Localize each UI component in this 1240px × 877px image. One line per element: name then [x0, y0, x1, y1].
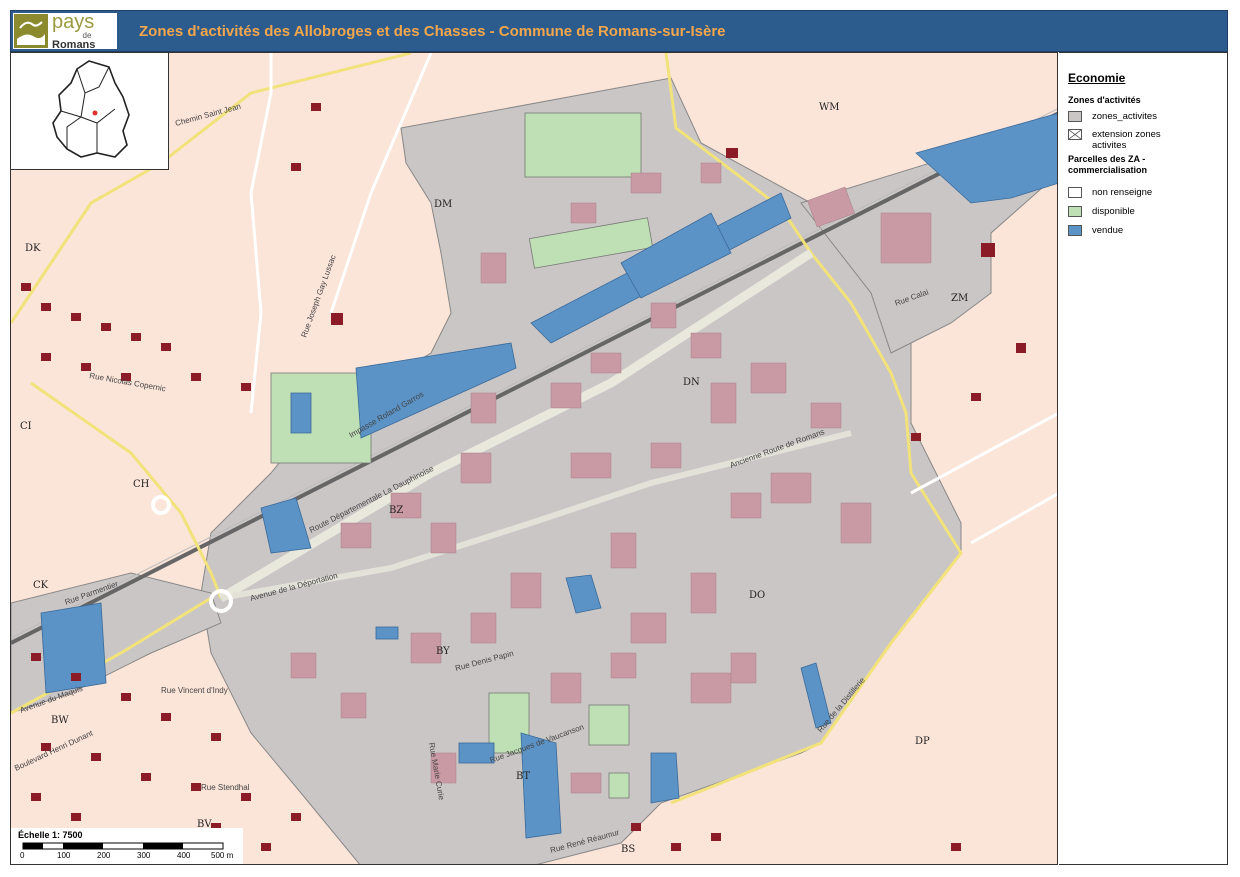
section-label-bs: BS: [621, 844, 635, 855]
legend-item-vendue: vendue: [1068, 225, 1182, 236]
section-label-ck: CK: [33, 580, 49, 591]
street-label: Rue Joseph Gay Lussac: [299, 254, 337, 339]
section-label-zm: ZM: [951, 293, 968, 304]
logo-emblem: [14, 14, 48, 48]
legend-item-extension-zones: extension zones activites: [1068, 129, 1182, 151]
street-label: Boulevard Henri Dunant: [13, 728, 95, 773]
legend-label: disponible: [1092, 206, 1135, 217]
legend-swatch: [1068, 225, 1082, 236]
map-header: pays de Romans Zones d'activités des All…: [10, 10, 1228, 52]
section-label-bt: BT: [516, 771, 530, 782]
section-label-dm: DM: [434, 199, 452, 210]
scale-tick: 300: [137, 851, 151, 860]
scale-bar: Échelle 1: 7500 0 100 200 300 400 500 m: [11, 828, 243, 864]
section-label-bw: BW: [51, 715, 69, 726]
street-label: Rue Stendhal: [201, 783, 250, 792]
legend-item-non-renseigne: non renseigne: [1068, 187, 1182, 198]
legend-swatch-cross-icon: [1068, 129, 1082, 140]
legend-swatch: [1068, 111, 1082, 122]
scale-tick: 400: [177, 851, 191, 860]
street-label: Chemin Saint Jean: [174, 102, 242, 128]
legend-label: zones_activites: [1092, 111, 1157, 122]
scale-tick: 100: [57, 851, 71, 860]
section-label-ci: CI: [20, 421, 32, 432]
map-canvas[interactable]: WM DM DK ZM DN CI CH BZ CK DO BY BW DP B…: [10, 52, 1058, 865]
section-label-wm: WM: [819, 102, 840, 113]
scale-tick: 500 m: [211, 851, 234, 860]
section-label-dp: DP: [915, 736, 930, 747]
section-label-dk: DK: [25, 243, 41, 254]
section-label-dn: DN: [683, 377, 700, 388]
scale-tick: 0: [20, 851, 25, 860]
legend-item-zones-activites: zones_activites: [1068, 111, 1182, 122]
legend-item-disponible: disponible: [1068, 206, 1182, 217]
legend-label: extension zones activites: [1092, 129, 1161, 151]
legend-label: non renseigne: [1092, 187, 1153, 198]
scale-graphic: [22, 842, 224, 850]
legend-swatch: [1068, 206, 1082, 217]
section-label-do: DO: [749, 590, 765, 601]
pays-de-romans-logo: pays de Romans: [13, 10, 117, 51]
legend-zones-title: Zones d'activités: [1068, 95, 1141, 105]
map-legend: Economie Zones d'activités zones_activit…: [1059, 52, 1228, 865]
scale-tick: 200: [97, 851, 111, 860]
legend-swatch: [1068, 187, 1082, 198]
street-label: Rue Vincent d'Indy: [161, 686, 228, 695]
logo-pays: pays: [52, 10, 95, 33]
logo-romans: Romans: [52, 38, 96, 51]
section-label-ch: CH: [133, 479, 150, 490]
legend-label: vendue: [1092, 225, 1124, 236]
commune-outline-map: [52, 60, 130, 158]
legend-parcels-title: Parcelles des ZA - commercialisation: [1068, 154, 1148, 175]
locator-inset-map: [11, 53, 169, 170]
map-title: Zones d'activités des Allobroges et des …: [139, 23, 726, 40]
section-label-by: BY: [436, 646, 450, 657]
legend-heading: Economie: [1068, 71, 1126, 85]
map-drawing: WM DM DK ZM DN CI CH BZ CK DO BY BW DP B…: [11, 53, 1057, 864]
section-label-bz: BZ: [389, 505, 403, 516]
